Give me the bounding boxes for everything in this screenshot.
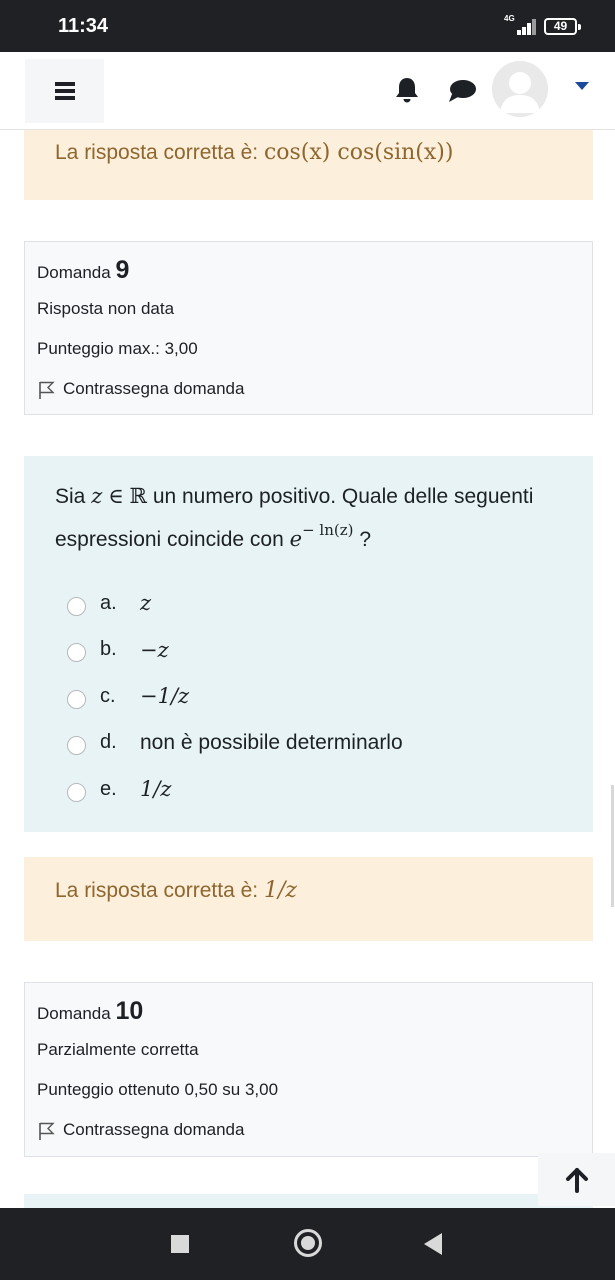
system-nav-bar — [0, 1208, 615, 1280]
question-info-box: Domanda 9 Risposta non data Punteggio ma… — [24, 241, 593, 415]
radio-button[interactable] — [67, 689, 86, 709]
bell-icon[interactable] — [394, 76, 420, 104]
recent-apps-icon[interactable] — [171, 1235, 189, 1253]
app-header — [0, 52, 615, 130]
answer-option-b[interactable]: b. −z — [67, 627, 403, 674]
question-status: Parzialmente corretta — [37, 1040, 199, 1059]
scrollbar[interactable] — [611, 785, 614, 907]
question-text: Sia z ∈ ℝ un numero positivo. Quale dell… — [55, 484, 534, 551]
answer-option-e[interactable]: e. 1/z — [67, 766, 403, 813]
flag-question-link[interactable]: Contrassegna domanda — [37, 1119, 244, 1141]
back-to-top-button[interactable] — [538, 1153, 615, 1206]
question-title: Domanda 9 — [37, 256, 130, 284]
avatar[interactable] — [492, 61, 548, 117]
status-bar: 11:34 4G 49 — [0, 0, 615, 52]
answer-list: a. z b. −z c. −1/z d. non è possibile de… — [67, 580, 403, 813]
radio-button[interactable] — [67, 643, 86, 663]
feedback-box: La risposta corretta è: 1/z — [24, 857, 593, 941]
battery-icon: 49 — [544, 18, 581, 35]
arrow-up-icon — [565, 1167, 588, 1193]
question-number: 9 — [115, 256, 130, 284]
home-icon[interactable] — [294, 1229, 322, 1257]
correct-answer-text: La risposta corretta è: 1/z — [55, 878, 297, 903]
correct-answer-text: La risposta corretta è: cos(x) cos(sin(x… — [55, 140, 454, 165]
menu-icon — [54, 82, 75, 100]
question-status: Risposta non data — [37, 299, 175, 318]
flag-icon — [39, 381, 55, 399]
flag-question-link[interactable]: Contrassegna domanda — [37, 378, 244, 400]
question-number: 10 — [115, 997, 144, 1025]
answer-option-d[interactable]: d. non è possibile determinarlo — [67, 720, 403, 767]
radio-button[interactable] — [67, 736, 86, 756]
chevron-down-icon[interactable] — [575, 82, 589, 90]
question-content: Sia z ∈ ℝ un numero positivo. Quale dell… — [24, 456, 593, 832]
flag-icon — [39, 1122, 55, 1140]
answer-option-a[interactable]: a. z — [67, 580, 403, 627]
chat-icon[interactable] — [447, 78, 477, 104]
feedback-box: La risposta corretta è: cos(x) cos(sin(x… — [24, 130, 593, 200]
question-score: Punteggio max.: 3,00 — [37, 339, 198, 358]
back-icon[interactable] — [424, 1233, 442, 1255]
menu-button[interactable] — [25, 59, 104, 123]
radio-button[interactable] — [67, 596, 86, 616]
question-score: Punteggio ottenuto 0,50 su 3,00 — [37, 1080, 279, 1099]
correct-answer-math: 1/z — [263, 878, 297, 903]
answer-option-c[interactable]: c. −1/z — [67, 673, 403, 720]
correct-answer-math: cos(x) cos(sin(x)) — [263, 140, 454, 165]
signal-icon: 4G — [503, 14, 537, 37]
next-question-block — [24, 1194, 593, 1208]
user-silhouette-icon — [492, 61, 548, 117]
question-info-box: Domanda 10 Parzialmente corretta Puntegg… — [24, 982, 593, 1157]
radio-button[interactable] — [67, 782, 86, 802]
question-title: Domanda 10 — [37, 997, 144, 1025]
status-time: 11:34 — [58, 15, 109, 37]
